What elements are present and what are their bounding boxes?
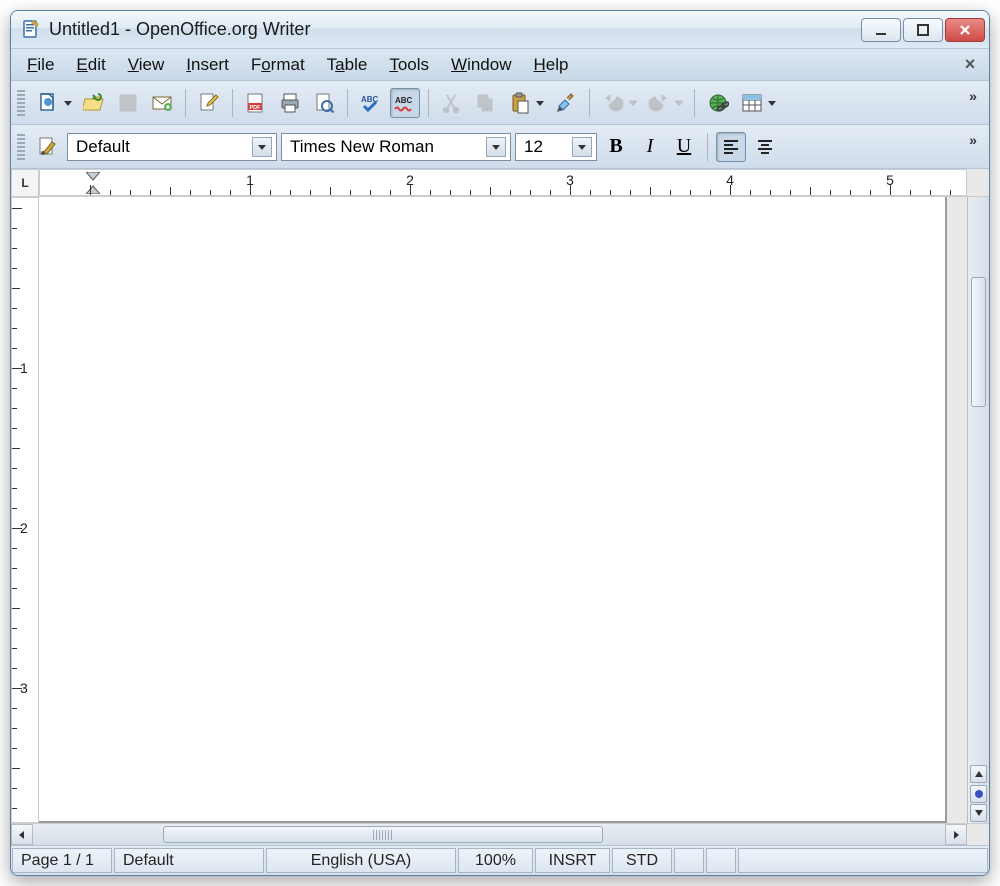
window-controls bbox=[861, 18, 985, 42]
separator bbox=[589, 89, 590, 117]
scroll-right-button[interactable] bbox=[945, 824, 967, 845]
workspace: L 12345 123 bbox=[11, 169, 989, 845]
open-button[interactable] bbox=[79, 88, 109, 118]
paragraph-style-value: Default bbox=[76, 137, 130, 157]
export-pdf-button[interactable]: PDF bbox=[241, 88, 271, 118]
status-insert-mode[interactable]: INSRT bbox=[535, 848, 610, 873]
toolbar-grip[interactable] bbox=[17, 90, 25, 116]
underline-button[interactable]: U bbox=[669, 132, 699, 162]
font-size-value: 12 bbox=[524, 137, 543, 157]
menu-table[interactable]: Table bbox=[319, 53, 376, 77]
toolbar-grip[interactable] bbox=[17, 134, 25, 160]
menu-insert[interactable]: Insert bbox=[178, 53, 237, 77]
status-page[interactable]: Page 1 / 1 bbox=[12, 848, 112, 873]
align-center-button[interactable] bbox=[750, 132, 780, 162]
paragraph-style-combo[interactable]: Default bbox=[67, 133, 277, 161]
dropdown-arrow-icon bbox=[486, 137, 506, 157]
dropdown-arrow-icon bbox=[572, 137, 592, 157]
menu-help[interactable]: Help bbox=[525, 53, 576, 77]
menu-tools[interactable]: Tools bbox=[381, 53, 437, 77]
indent-marker-icon[interactable] bbox=[86, 172, 100, 196]
vertical-ruler[interactable]: 123 bbox=[11, 197, 39, 823]
navigation-button[interactable] bbox=[970, 785, 987, 803]
save-button[interactable] bbox=[113, 88, 143, 118]
svg-text:ABC: ABC bbox=[395, 96, 413, 105]
menu-file[interactable]: File bbox=[19, 53, 62, 77]
close-button[interactable] bbox=[945, 18, 985, 42]
edit-file-button[interactable] bbox=[194, 88, 224, 118]
status-zoom[interactable]: 100% bbox=[458, 848, 533, 873]
status-style[interactable]: Default bbox=[114, 848, 264, 873]
minimize-button[interactable] bbox=[861, 18, 901, 42]
toolbar-overflow[interactable]: » bbox=[963, 88, 983, 118]
separator bbox=[232, 89, 233, 117]
status-extra[interactable] bbox=[738, 848, 988, 873]
menu-edit[interactable]: Edit bbox=[68, 53, 113, 77]
toolbar-overflow[interactable]: » bbox=[963, 132, 983, 162]
font-name-value: Times New Roman bbox=[290, 137, 434, 157]
app-window: Untitled1 - OpenOffice.org Writer File E… bbox=[10, 10, 990, 876]
scroll-left-button[interactable] bbox=[11, 824, 33, 845]
svg-text:PDF: PDF bbox=[250, 105, 262, 111]
italic-button[interactable]: I bbox=[635, 132, 665, 162]
hyperlink-button[interactable] bbox=[703, 88, 733, 118]
close-document-button[interactable]: × bbox=[959, 54, 981, 76]
menu-format[interactable]: Format bbox=[243, 53, 313, 77]
separator bbox=[185, 89, 186, 117]
table-button[interactable] bbox=[737, 88, 767, 118]
scrollbar-thumb[interactable] bbox=[163, 826, 603, 843]
print-preview-button[interactable] bbox=[309, 88, 339, 118]
titlebar: Untitled1 - OpenOffice.org Writer bbox=[11, 11, 989, 49]
email-button[interactable] bbox=[147, 88, 177, 118]
undo-button[interactable] bbox=[598, 88, 628, 118]
spellcheck-button[interactable]: ABC bbox=[356, 88, 386, 118]
font-size-combo[interactable]: 12 bbox=[515, 133, 597, 161]
redo-button[interactable] bbox=[644, 88, 674, 118]
horizontal-scrollbar[interactable] bbox=[11, 823, 989, 845]
maximize-button[interactable] bbox=[903, 18, 943, 42]
status-modified[interactable] bbox=[706, 848, 736, 873]
font-name-combo[interactable]: Times New Roman bbox=[281, 133, 511, 161]
statusbar: Page 1 / 1 Default English (USA) 100% IN… bbox=[11, 845, 989, 875]
app-icon bbox=[21, 20, 41, 40]
dropdown-arrow-icon bbox=[252, 137, 272, 157]
bold-button[interactable]: B bbox=[601, 132, 631, 162]
align-left-button[interactable] bbox=[716, 132, 746, 162]
status-signature[interactable] bbox=[674, 848, 704, 873]
menubar: File Edit View Insert Format Table Tools… bbox=[11, 49, 989, 81]
formatting-toolbar: Default Times New Roman 12 B I U » bbox=[11, 125, 989, 169]
cut-button[interactable] bbox=[437, 88, 467, 118]
autospellcheck-button[interactable]: ABC bbox=[390, 88, 420, 118]
ruler-tab-selector[interactable]: L bbox=[11, 169, 39, 197]
horizontal-ruler[interactable]: 12345 bbox=[39, 169, 967, 196]
window-title: Untitled1 - OpenOffice.org Writer bbox=[49, 19, 861, 40]
scrollbar-thumb[interactable] bbox=[971, 277, 986, 407]
menu-window[interactable]: Window bbox=[443, 53, 519, 77]
copy-button[interactable] bbox=[471, 88, 501, 118]
vertical-scrollbar[interactable] bbox=[967, 197, 989, 823]
status-language[interactable]: English (USA) bbox=[266, 848, 456, 873]
next-page-button[interactable] bbox=[970, 804, 987, 822]
separator bbox=[428, 89, 429, 117]
print-button[interactable] bbox=[275, 88, 305, 118]
paste-button[interactable] bbox=[505, 88, 535, 118]
separator bbox=[694, 89, 695, 117]
menu-view[interactable]: View bbox=[120, 53, 173, 77]
new-button[interactable] bbox=[33, 88, 63, 118]
styles-button[interactable] bbox=[33, 132, 63, 162]
prev-page-button[interactable] bbox=[970, 765, 987, 783]
document-area[interactable] bbox=[39, 197, 967, 823]
status-selection-mode[interactable]: STD bbox=[612, 848, 672, 873]
standard-toolbar: PDF ABC ABC bbox=[11, 81, 989, 125]
format-paintbrush-button[interactable] bbox=[551, 88, 581, 118]
page[interactable] bbox=[39, 197, 947, 823]
separator bbox=[347, 89, 348, 117]
separator bbox=[707, 133, 708, 161]
